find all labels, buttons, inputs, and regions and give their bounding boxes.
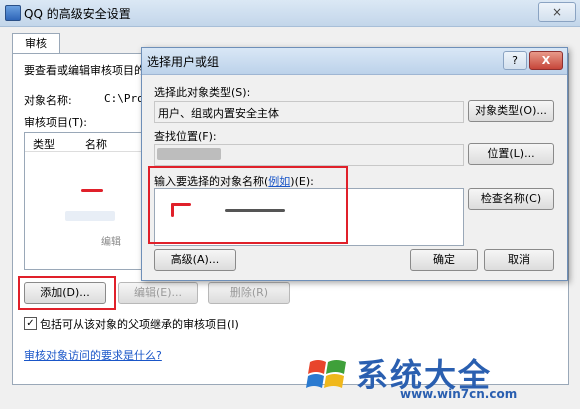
- object-types-button[interactable]: 对象类型(O)...: [468, 100, 554, 122]
- delete-button[interactable]: 删除(R): [208, 282, 290, 304]
- outer-close-button[interactable]: ×: [538, 2, 576, 22]
- object-name-value: C:\Pro: [104, 92, 144, 105]
- inherit-checkbox-label: 包括可从该对象的父项继承的审核项目(I): [40, 318, 239, 331]
- object-name-label: 对象名称:: [24, 94, 72, 107]
- check-names-button[interactable]: 检查名称(C): [468, 188, 554, 210]
- audit-help-link[interactable]: 审核对象访问的要求是什么?: [24, 347, 162, 363]
- tab-audit[interactable]: 审核: [12, 33, 60, 54]
- cancel-button[interactable]: 取消: [484, 249, 554, 271]
- folder-icon: [5, 5, 21, 21]
- redacted-location: [157, 148, 221, 160]
- location-label: 查找位置(F):: [154, 130, 217, 143]
- redacted-entry: [65, 211, 115, 221]
- advanced-button[interactable]: 高级(A)...: [154, 249, 236, 271]
- outer-title-bar: QQ 的高级安全设置 ×: [0, 0, 580, 27]
- ok-button[interactable]: 确定: [410, 249, 478, 271]
- audit-list-header: 类型 名称: [25, 133, 149, 152]
- select-user-dialog: 选择用户或组 ? X 选择此对象类型(S): 用户、组或内置安全主体 对象类型(…: [141, 47, 568, 281]
- dialog-title: 选择用户或组: [147, 55, 220, 69]
- object-type-field: 用户、组或内置安全主体: [154, 101, 464, 123]
- names-highlight-box: [148, 166, 348, 244]
- edit-button[interactable]: 编辑(E)...: [118, 282, 198, 304]
- dialog-help-button[interactable]: ?: [503, 51, 527, 70]
- add-button[interactable]: 添加(D)...: [24, 282, 106, 304]
- windows-logo-icon: [306, 360, 346, 388]
- inherit-checkbox[interactable]: ✓: [24, 317, 37, 330]
- object-type-label: 选择此对象类型(S):: [154, 86, 251, 99]
- location-field: [154, 144, 464, 166]
- dialog-close-button[interactable]: X: [529, 51, 563, 70]
- audit-items-label: 审核项目(T):: [24, 116, 88, 129]
- redacted-mark: [81, 189, 103, 192]
- column-name[interactable]: 名称: [85, 136, 107, 152]
- locations-button[interactable]: 位置(L)...: [468, 143, 554, 165]
- column-type[interactable]: 类型: [33, 136, 55, 152]
- watermark-url: www.win7cn.com: [400, 387, 518, 401]
- dialog-title-bar: 选择用户或组 ? X: [142, 48, 567, 75]
- outer-window-title: QQ 的高级安全设置: [24, 7, 131, 21]
- edit-hint: 编辑: [101, 237, 121, 248]
- object-type-value: 用户、组或内置安全主体: [158, 107, 279, 120]
- audit-items-list[interactable]: 类型 名称 编辑: [24, 132, 150, 270]
